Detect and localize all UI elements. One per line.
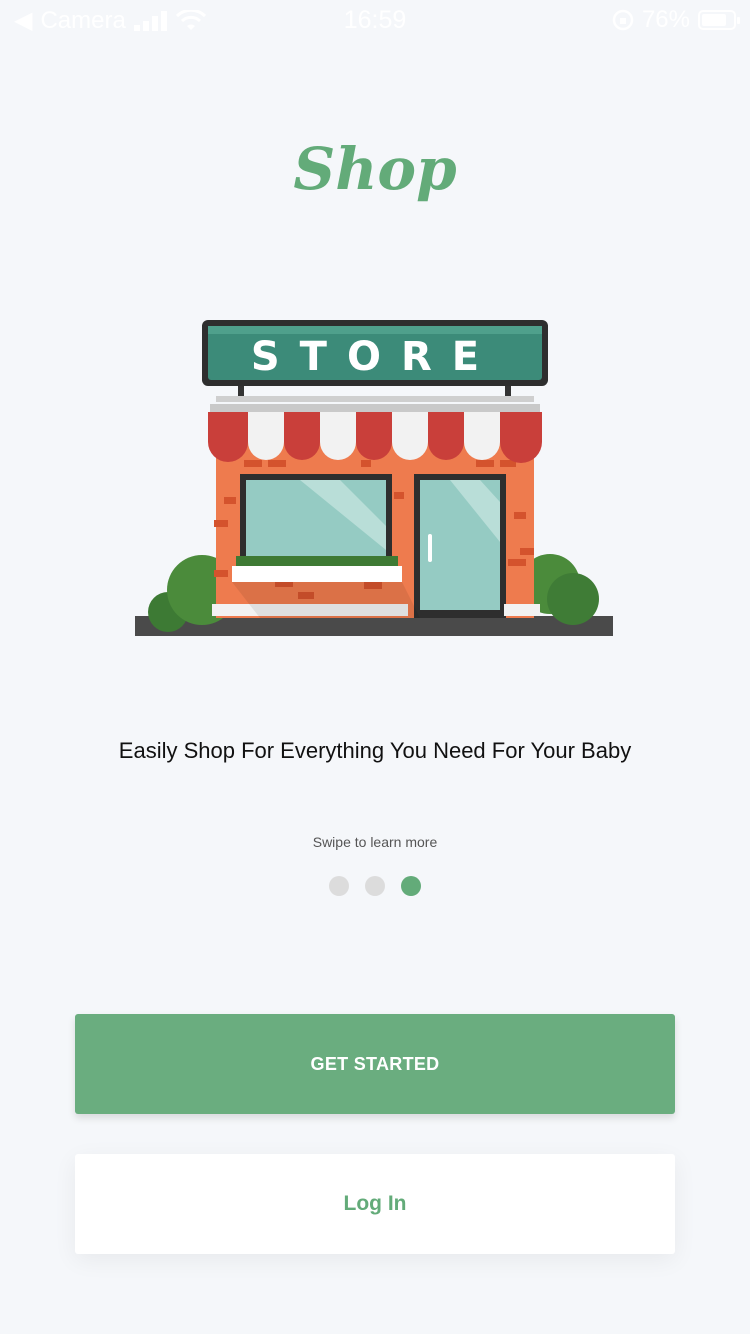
page-dot-1[interactable] bbox=[329, 876, 349, 896]
battery-icon bbox=[698, 10, 740, 30]
page-dot-2[interactable] bbox=[365, 876, 385, 896]
swipe-hint: Swipe to learn more bbox=[312, 834, 438, 850]
status-right: 76% bbox=[612, 6, 740, 34]
page-indicator[interactable] bbox=[0, 876, 750, 896]
store-illustration: STORE bbox=[135, 320, 613, 636]
orientation-lock-icon bbox=[612, 9, 634, 31]
battery-percent: 76% bbox=[641, 6, 690, 33]
login-button[interactable]: Log In bbox=[75, 1154, 675, 1254]
status-bar: ◀ Camera 16:59 76% bbox=[0, 0, 750, 40]
onboarding-tagline: Easily Shop For Everything You Need For … bbox=[118, 738, 632, 763]
page-dot-3-active[interactable] bbox=[401, 876, 421, 896]
get-started-button[interactable]: GET STARTED bbox=[75, 1014, 675, 1114]
app-logo: Shop bbox=[293, 135, 457, 203]
store-sign-text: STORE bbox=[251, 334, 499, 380]
